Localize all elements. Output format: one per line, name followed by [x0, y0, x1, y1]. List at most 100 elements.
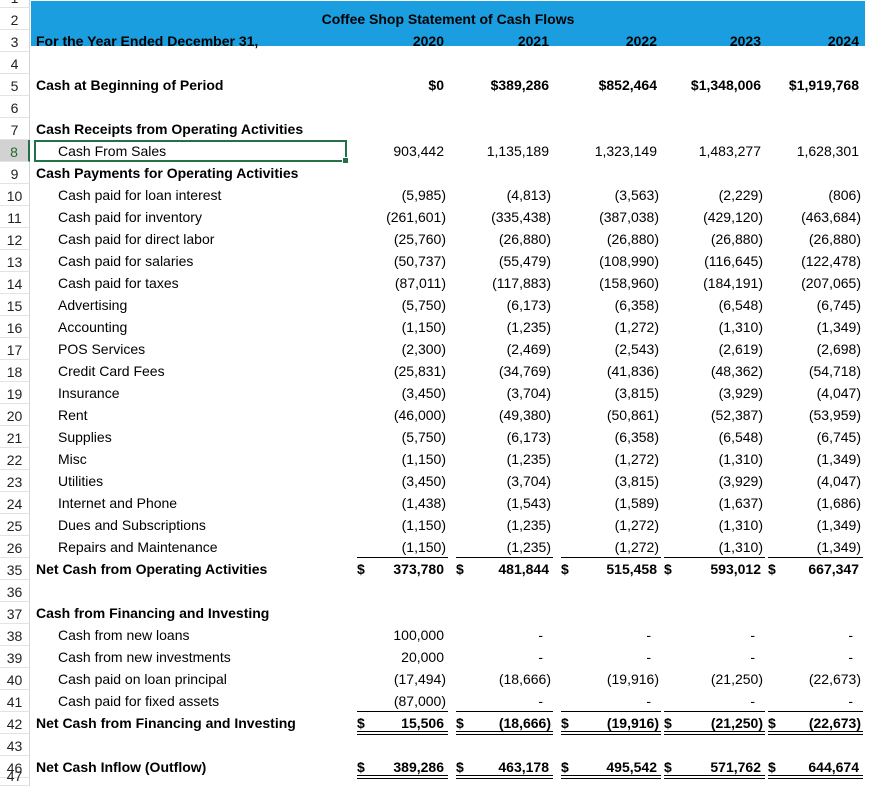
value-cell[interactable]: (117,883) — [454, 272, 551, 294]
row-header[interactable]: 42 — [0, 712, 30, 734]
row-header[interactable]: 10 — [0, 184, 30, 206]
value-cell[interactable]: - — [559, 690, 651, 712]
value-cell[interactable]: - — [662, 690, 755, 712]
row-header[interactable]: 2 — [0, 8, 30, 30]
row-header[interactable]: 41 — [0, 690, 30, 712]
value-cell[interactable]: (6,745) — [766, 294, 861, 316]
value-cell[interactable]: (87,011) — [355, 272, 446, 294]
row-header[interactable]: 20 — [0, 404, 30, 426]
value-cell[interactable]: (5,750) — [355, 294, 446, 316]
row-header[interactable]: 25 — [0, 514, 30, 536]
value-cell[interactable]: (3,704) — [454, 470, 551, 492]
value-cell[interactable]: (54,718) — [766, 360, 861, 382]
value-cell[interactable]: $389,286 — [454, 74, 549, 96]
value-cell[interactable]: 481,844 — [454, 558, 549, 580]
row-header[interactable]: 7 — [0, 118, 30, 140]
row-label[interactable]: Cash Payments for Operating Activities — [36, 162, 298, 184]
value-cell[interactable]: (1,310) — [662, 514, 763, 536]
value-cell[interactable]: 667,347 — [766, 558, 859, 580]
row-label[interactable]: Cash paid for direct labor — [58, 228, 214, 250]
value-cell[interactable]: 1,483,277 — [662, 140, 761, 162]
value-cell[interactable]: - — [559, 624, 651, 646]
row-header[interactable]: 1 — [0, 0, 30, 8]
value-cell[interactable]: 20,000 — [355, 646, 444, 668]
row-header[interactable]: 47 — [0, 768, 30, 786]
year-header[interactable]: 2021 — [454, 30, 549, 52]
value-cell[interactable]: - — [766, 624, 853, 646]
row-header[interactable]: 18 — [0, 360, 30, 382]
value-cell[interactable]: (52,387) — [662, 404, 763, 426]
value-cell[interactable]: (21,250) — [662, 668, 763, 690]
value-cell[interactable]: (46,000) — [355, 404, 446, 426]
selected-cell-border[interactable] — [34, 140, 349, 164]
row-header[interactable]: 38 — [0, 624, 30, 646]
value-cell[interactable]: (6,548) — [662, 294, 763, 316]
value-cell[interactable]: $1,919,768 — [766, 74, 859, 96]
row-label[interactable]: Net Cash from Operating Activities — [36, 558, 267, 580]
value-cell[interactable]: (6,358) — [559, 294, 659, 316]
value-cell[interactable]: (3,704) — [454, 382, 551, 404]
value-cell[interactable]: (2,469) — [454, 338, 551, 360]
row-header[interactable]: 19 — [0, 382, 30, 404]
value-cell[interactable]: (6,358) — [559, 426, 659, 448]
value-cell[interactable]: (1,150) — [355, 514, 446, 536]
value-cell[interactable]: (1,349) — [766, 316, 861, 338]
value-cell[interactable]: 903,442 — [355, 140, 444, 162]
value-cell[interactable]: (26,880) — [454, 228, 551, 250]
value-cell[interactable]: (261,601) — [355, 206, 446, 228]
row-header[interactable]: 12 — [0, 228, 30, 250]
value-cell[interactable]: (3,563) — [559, 184, 659, 206]
value-cell[interactable]: - — [662, 624, 755, 646]
value-cell[interactable]: (1,438) — [355, 492, 446, 514]
row-label[interactable]: Cash Receipts from Operating Activities — [36, 118, 303, 140]
value-cell[interactable]: 1,135,189 — [454, 140, 549, 162]
row-label[interactable]: Net Cash from Financing and Investing — [36, 712, 296, 734]
value-cell[interactable]: $0 — [355, 74, 444, 96]
value-cell[interactable]: (1,272) — [559, 536, 659, 558]
row-label[interactable]: Insurance — [58, 382, 119, 404]
row-label[interactable]: Advertising — [58, 294, 127, 316]
value-cell[interactable]: (34,769) — [454, 360, 551, 382]
value-cell[interactable]: (6,173) — [454, 294, 551, 316]
value-cell[interactable]: (1,310) — [662, 536, 763, 558]
value-cell[interactable]: (116,645) — [662, 250, 763, 272]
value-cell[interactable]: (3,929) — [662, 470, 763, 492]
value-cell[interactable]: (6,745) — [766, 426, 861, 448]
value-cell[interactable]: (87,000) — [355, 690, 446, 712]
value-cell[interactable]: (19,916) — [559, 668, 659, 690]
row-label[interactable]: Cash from Financing and Investing — [36, 602, 269, 624]
row-header[interactable]: 23 — [0, 470, 30, 492]
value-cell[interactable]: - — [766, 690, 853, 712]
row-label[interactable]: For the Year Ended December 31, — [36, 30, 258, 52]
value-cell[interactable]: (3,450) — [355, 470, 446, 492]
value-cell[interactable]: (50,737) — [355, 250, 446, 272]
row-label[interactable]: Cash from new investments — [58, 646, 231, 668]
row-header[interactable]: 26 — [0, 536, 30, 558]
value-cell[interactable]: - — [559, 646, 651, 668]
value-cell[interactable]: (26,880) — [766, 228, 861, 250]
row-label[interactable]: Credit Card Fees — [58, 360, 165, 382]
row-header[interactable]: 8 — [0, 140, 30, 162]
year-header[interactable]: 2023 — [662, 30, 761, 52]
value-cell[interactable]: (55,479) — [454, 250, 551, 272]
value-cell[interactable]: - — [454, 624, 543, 646]
value-cell[interactable]: (429,120) — [662, 206, 763, 228]
value-cell[interactable]: 373,780 — [355, 558, 444, 580]
value-cell[interactable]: (22,673) — [766, 668, 861, 690]
year-header[interactable]: 2024 — [766, 30, 859, 52]
value-cell[interactable]: $1,348,006 — [662, 74, 761, 96]
row-header[interactable]: 15 — [0, 294, 30, 316]
row-header[interactable]: 24 — [0, 492, 30, 514]
value-cell[interactable]: (4,047) — [766, 470, 861, 492]
value-cell[interactable]: 100,000 — [355, 624, 444, 646]
value-cell[interactable]: (6,548) — [662, 426, 763, 448]
value-cell[interactable]: (1,349) — [766, 448, 861, 470]
row-header[interactable]: 5 — [0, 74, 30, 96]
row-header[interactable]: 13 — [0, 250, 30, 272]
row-label[interactable]: Cash paid for inventory — [58, 206, 202, 228]
value-cell[interactable]: (4,047) — [766, 382, 861, 404]
row-label[interactable]: Utilities — [58, 470, 103, 492]
value-cell[interactable]: (1,235) — [454, 316, 551, 338]
row-header[interactable]: 39 — [0, 646, 30, 668]
value-cell[interactable]: (50,861) — [559, 404, 659, 426]
